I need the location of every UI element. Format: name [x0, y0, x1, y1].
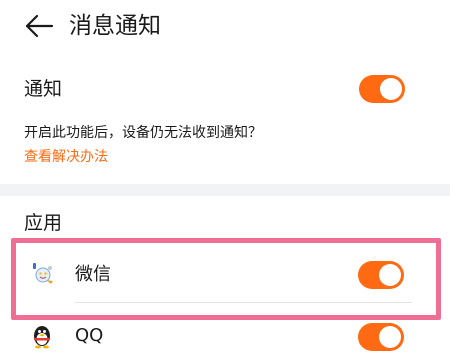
qq-toggle[interactable] [358, 323, 404, 351]
back-arrow-icon [25, 14, 54, 38]
wechat-icon [28, 260, 56, 288]
notification-label: 通知 [24, 78, 63, 100]
qq-penguin-icon [28, 322, 56, 350]
notification-toggle[interactable] [359, 75, 405, 103]
page-title: 消息通知 [69, 13, 161, 39]
row-divider [75, 302, 412, 303]
toggle-knob [380, 78, 402, 100]
apps-section-label: 应用 [24, 212, 63, 234]
app-name-qq: QQ [75, 325, 104, 346]
notification-description: 开启此功能后，设备仍无法收到通知？ [24, 125, 262, 141]
toggle-knob [379, 326, 401, 348]
toggle-knob [379, 264, 401, 286]
back-button[interactable] [18, 8, 58, 44]
help-link[interactable]: 查看解决办法 [24, 147, 108, 167]
app-name-wechat: 微信 [75, 264, 111, 285]
wechat-toggle[interactable] [358, 261, 404, 289]
